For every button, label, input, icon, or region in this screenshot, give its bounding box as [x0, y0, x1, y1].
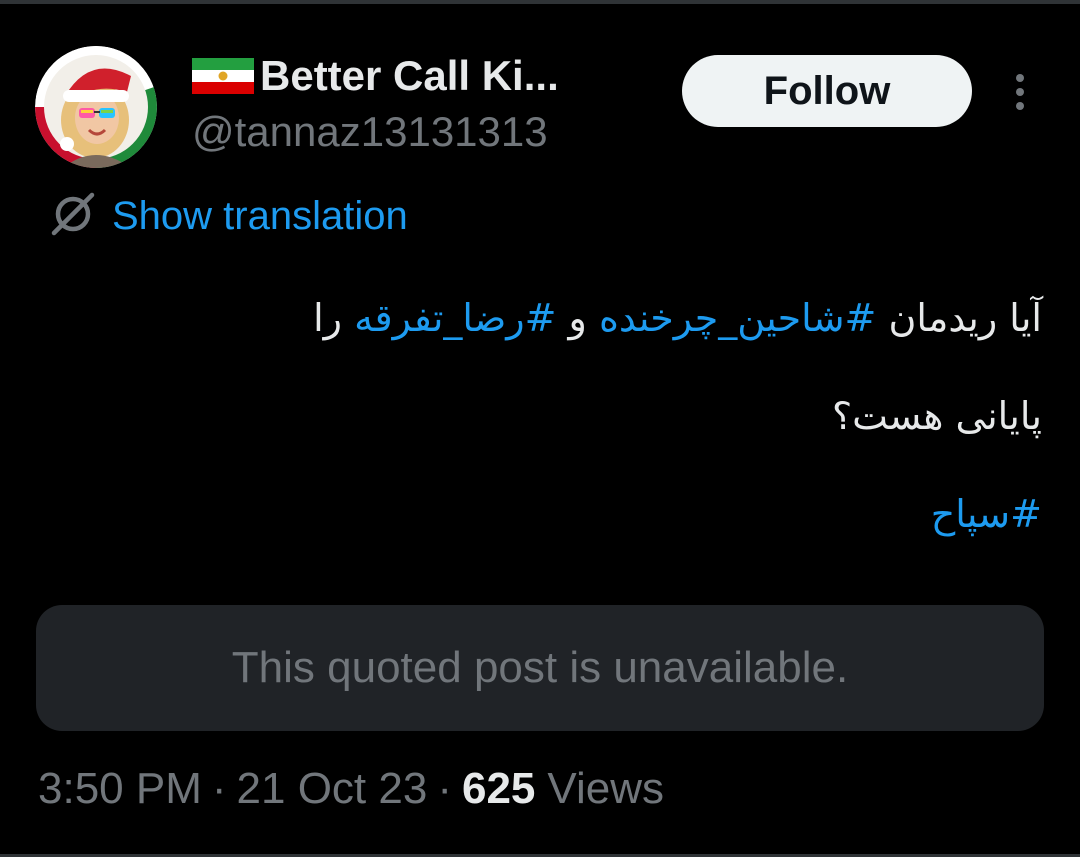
views-label[interactable]: Views: [547, 764, 664, 814]
hashtag-link[interactable]: #شاحین_چرخنده: [599, 296, 876, 340]
show-translation-link[interactable]: Show translation: [48, 188, 408, 244]
meta-separator: ·: [211, 764, 227, 813]
iran-flag-icon: [192, 54, 254, 98]
tweet-text-segment: و: [556, 296, 599, 340]
tweet-text-segment: را: [313, 296, 355, 340]
tweet-meta: 3:50 PM · 21 Oct 23 · 625 Views: [38, 760, 664, 818]
top-divider: [0, 0, 1080, 4]
views-count: 625: [461, 764, 536, 813]
avatar[interactable]: [35, 46, 157, 168]
tweet-time[interactable]: 3:50 PM: [38, 764, 202, 814]
show-translation-label: Show translation: [112, 193, 408, 238]
hashtag-link[interactable]: #سپاح: [931, 492, 1042, 536]
tweet-line-2: پایانی هست؟: [831, 394, 1042, 438]
tweet-line-3: #سپاح: [42, 476, 1042, 552]
tweet-text-segment: آیا ریدمان: [876, 296, 1042, 340]
translate-globe-icon: [48, 189, 98, 244]
tweet-line-1: آیا ریدمان #شاحین_چرخنده و #رضا_تفرقه را: [42, 280, 1042, 356]
meta-separator: ·: [437, 764, 452, 813]
user-handle[interactable]: @tannaz13131313: [192, 108, 548, 156]
quoted-post-message: This quoted post is unavailable.: [231, 643, 849, 692]
display-name-text: Better Call Ki...: [260, 52, 559, 99]
hashtag-link[interactable]: #رضا_تفرقه: [354, 296, 556, 340]
quoted-post-unavailable: This quoted post is unavailable.: [36, 605, 1044, 731]
follow-button[interactable]: Follow: [682, 55, 972, 127]
more-dot: [1016, 88, 1024, 96]
more-dot: [1016, 74, 1024, 82]
display-name[interactable]: Better Call Ki...: [192, 48, 559, 104]
tweet-text: آیا ریدمان #شاحین_چرخنده و #رضا_تفرقه را…: [42, 280, 1042, 574]
tweet-date[interactable]: 21 Oct 23: [237, 764, 428, 814]
more-dot: [1016, 102, 1024, 110]
more-options-icon[interactable]: [1004, 70, 1036, 114]
